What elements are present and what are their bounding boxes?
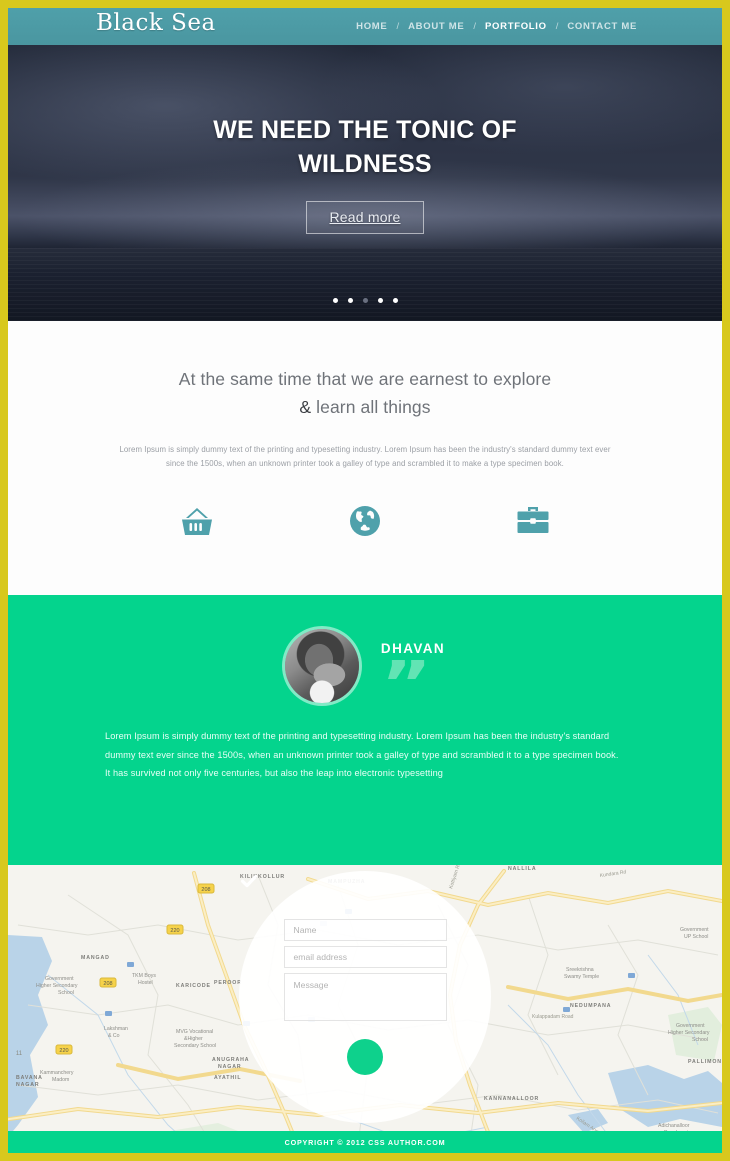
globe-icon — [350, 506, 380, 536]
svg-text:Higher Secondary: Higher Secondary — [668, 1030, 710, 1036]
intro-heading-line2: & learn all things — [8, 393, 722, 421]
svg-text:11: 11 — [16, 1051, 23, 1057]
testimonial-header: DHAVAN ” — [8, 629, 722, 714]
hero-slider: WE NEED THE TONIC OF WILDNESS Read more — [8, 45, 722, 321]
copyright-text: COPYRIGHT © 2012 CSS AUTHOR.COM — [284, 1137, 446, 1147]
nav-item-home[interactable]: HOME — [349, 21, 394, 32]
nav-separator: / — [473, 21, 477, 32]
site-footer: COPYRIGHT © 2012 CSS AUTHOR.COM — [8, 1131, 722, 1153]
svg-text:NEDUMPANA: NEDUMPANA — [570, 1003, 611, 1009]
svg-text:PALLIMON: PALLIMON — [688, 1059, 722, 1065]
basket-icon — [182, 508, 212, 535]
testimonial-section: DHAVAN ” Lorem Ipsum is simply dummy tex… — [8, 595, 722, 865]
svg-text:208: 208 — [201, 887, 210, 893]
svg-text:MVG Vocational: MVG Vocational — [176, 1029, 213, 1035]
svg-text:& Co: & Co — [108, 1033, 120, 1039]
svg-text:TKM Boys: TKM Boys — [132, 973, 156, 979]
svg-text:&Higher: &Higher — [184, 1036, 203, 1042]
intro-heading: At the same time that we are earnest to … — [8, 365, 722, 421]
feature-icons-row — [8, 505, 722, 537]
site-logo[interactable]: Black Sea — [96, 10, 216, 36]
slider-dot-3-active[interactable] — [362, 298, 368, 303]
contact-form-circle: Name email address Message — [239, 871, 491, 1123]
svg-text:220: 220 — [170, 928, 179, 934]
svg-text:Hostel: Hostel — [138, 980, 153, 986]
nav-separator: / — [396, 21, 400, 32]
intro-heading-line1: At the same time that we are earnest to … — [178, 369, 552, 389]
intro-section: At the same time that we are earnest to … — [8, 321, 722, 595]
svg-text:PEROOR: PEROOR — [214, 980, 242, 986]
svg-text:Lakshman: Lakshman — [104, 1026, 128, 1032]
slider-dot-2[interactable] — [347, 298, 353, 303]
slider-dot-1[interactable] — [332, 298, 338, 303]
svg-text:School: School — [692, 1037, 708, 1043]
avatar-photo — [284, 629, 359, 703]
briefcase-icon — [517, 507, 549, 533]
message-textarea[interactable]: Message — [283, 973, 447, 1021]
hero-sea-layer — [8, 248, 722, 321]
svg-text:AYATHIL: AYATHIL — [214, 1075, 241, 1081]
main-navigation: HOME / ABOUT ME / PORTFOLIO / CONTACT ME — [349, 8, 644, 45]
intro-heading-line2-text: learn all things — [316, 397, 431, 417]
slider-dot-4[interactable] — [377, 298, 383, 303]
slider-dot-5[interactable] — [392, 298, 398, 303]
quote-mark-icon: ” — [380, 660, 435, 714]
read-more-button[interactable]: Read more — [306, 201, 424, 234]
nav-item-about-me[interactable]: ABOUT ME — [401, 21, 471, 32]
svg-text:Higher Secondary: Higher Secondary — [36, 983, 78, 989]
svg-text:220: 220 — [59, 1048, 68, 1054]
svg-text:ANUGRAHA: ANUGRAHA — [212, 1057, 249, 1063]
svg-text:208: 208 — [103, 981, 112, 987]
svg-text:UP School: UP School — [684, 934, 708, 940]
svg-text:NALLILA: NALLILA — [508, 866, 537, 872]
svg-text:Government: Government — [45, 976, 74, 982]
svg-text:Madom: Madom — [52, 1077, 69, 1083]
svg-text:Kammanchery: Kammanchery — [40, 1070, 74, 1076]
svg-text:NAGAR: NAGAR — [16, 1082, 40, 1088]
submit-button[interactable] — [240, 875, 383, 1075]
svg-text:Swamy Temple: Swamy Temple — [564, 974, 599, 980]
feature-item-globe[interactable] — [313, 505, 417, 537]
site-root: Black Sea HOME / ABOUT ME / PORTFOLIO / … — [8, 8, 722, 1153]
name-input[interactable]: Name — [283, 919, 447, 941]
nav-separator: / — [555, 21, 559, 32]
feature-item-basket[interactable] — [145, 505, 249, 537]
svg-text:Sreekrishna: Sreekrishna — [566, 967, 594, 973]
svg-text:MANGAD: MANGAD — [81, 955, 110, 961]
feature-item-briefcase[interactable] — [481, 505, 585, 537]
svg-text:Kulappadam Road: Kulappadam Road — [532, 1014, 574, 1020]
hero-content: WE NEED THE TONIC OF WILDNESS Read more — [8, 113, 722, 234]
map-section[interactable]: 208 220 208 220 11 KILIKKOLLUR KARICODE … — [8, 865, 722, 1153]
svg-text:Government: Government — [676, 1023, 705, 1029]
svg-text:KANNANALLOOR: KANNANALLOOR — [484, 1096, 539, 1102]
svg-text:Adichanalloor: Adichanalloor — [658, 1123, 690, 1129]
email-input[interactable]: email address — [283, 946, 447, 968]
site-header: Black Sea HOME / ABOUT ME / PORTFOLIO / … — [8, 8, 722, 45]
svg-text:School: School — [58, 990, 74, 996]
nav-item-contact-me[interactable]: CONTACT ME — [560, 21, 644, 32]
ampersand: & — [299, 397, 312, 417]
svg-text:NAGAR: NAGAR — [218, 1064, 242, 1070]
testimonial-text: Lorem Ipsum is simply dummy text of the … — [105, 731, 619, 779]
testimonial-identity: DHAVAN ” — [381, 629, 445, 714]
svg-text:Secondary School: Secondary School — [174, 1043, 216, 1049]
nav-item-portfolio[interactable]: PORTFOLIO — [478, 21, 554, 32]
avatar — [284, 629, 359, 703]
check-icon — [240, 875, 258, 888]
testimonial-author-name: DHAVAN — [380, 641, 446, 656]
svg-text:KARICODE: KARICODE — [176, 983, 211, 989]
hero-title: WE NEED THE TONIC OF WILDNESS — [213, 116, 517, 178]
svg-text:Government: Government — [680, 927, 709, 933]
slider-dots — [8, 298, 722, 303]
svg-text:BAVANA: BAVANA — [16, 1075, 43, 1081]
intro-paragraph: Lorem Ipsum is simply dummy text of the … — [119, 445, 611, 468]
